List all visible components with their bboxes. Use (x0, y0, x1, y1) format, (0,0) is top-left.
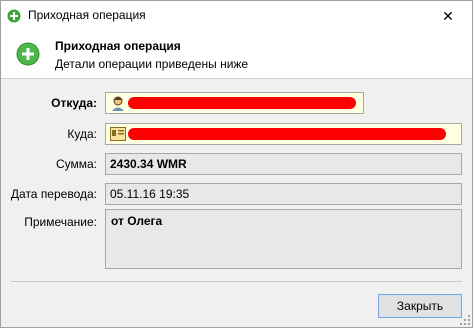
plus-circle-icon (7, 9, 21, 23)
from-field[interactable] (105, 92, 364, 114)
amount-label: Сумма: (55, 157, 97, 171)
date-field: 05.11.16 19:35 (105, 183, 462, 205)
header-subtitle: Детали операции приведены ниже (55, 57, 249, 71)
close-button[interactable]: ✕ (426, 1, 470, 31)
close-dialog-button[interactable]: Закрыть (378, 294, 462, 318)
note-label: Примечание: (24, 215, 97, 229)
resize-grip-icon[interactable] (460, 315, 470, 325)
plus-circle-icon (16, 42, 40, 66)
redacted-from (128, 97, 356, 109)
from-label: Откуда: (51, 96, 97, 110)
divider (11, 281, 462, 282)
redacted-to (128, 128, 446, 140)
header-title: Приходная операция (55, 39, 181, 53)
user-icon (112, 96, 124, 111)
title-bar: Приходная операция ✕ (1, 1, 472, 31)
amount-field: 2430.34 WMR (105, 153, 462, 175)
note-field[interactable]: от Олега (105, 209, 462, 269)
to-field[interactable] (105, 123, 462, 145)
to-label: Куда: (67, 127, 97, 141)
dialog-header: Приходная операция Детали операции приве… (1, 31, 472, 79)
date-label: Дата перевода: (10, 187, 97, 201)
card-icon (110, 127, 126, 141)
dialog-window: Приходная операция ✕ Приходная операция … (0, 0, 473, 328)
window-title: Приходная операция (28, 8, 146, 22)
